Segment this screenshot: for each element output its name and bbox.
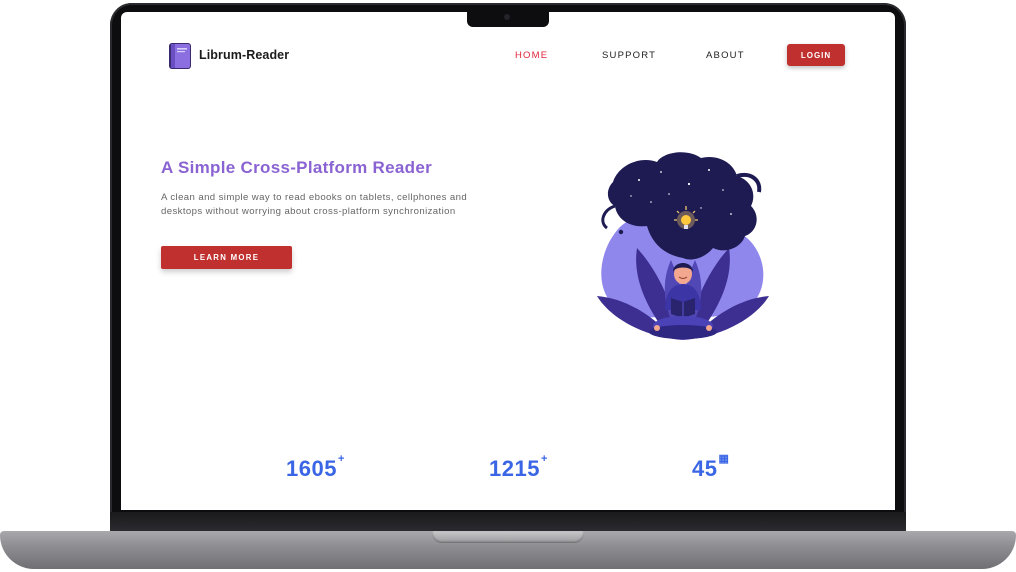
login-button[interactable]: LOGIN bbox=[787, 44, 845, 66]
stat-value: 45 bbox=[692, 456, 718, 481]
laptop-base-groove bbox=[432, 531, 584, 543]
hero-description: A clean and simple way to read ebooks on… bbox=[161, 191, 521, 219]
hero-description-line: A clean and simple way to read ebooks on… bbox=[161, 192, 468, 203]
plus-icon: + bbox=[540, 452, 548, 465]
camera-icon bbox=[504, 14, 510, 20]
nav-link-about[interactable]: ABOUT bbox=[706, 50, 745, 61]
camera-notch bbox=[467, 10, 549, 27]
hero-description-line: desktops without worrying about cross-pl… bbox=[161, 206, 456, 217]
laptop-hinge bbox=[110, 512, 906, 532]
nav-link-home[interactable]: HOME bbox=[515, 50, 548, 61]
stat-value: 1605 bbox=[286, 456, 337, 481]
book-logo-icon[interactable] bbox=[168, 42, 192, 70]
nav-link-support[interactable]: SUPPORT bbox=[602, 50, 656, 61]
reading-woman-illustration bbox=[597, 152, 769, 340]
stat-counter: 1605+ bbox=[286, 452, 345, 482]
stat-value: 1215 bbox=[489, 456, 540, 481]
brand-name[interactable]: Librum-Reader bbox=[199, 48, 289, 62]
stat-counter: 45▦ bbox=[692, 452, 730, 482]
stat-counter: 1215+ bbox=[489, 452, 548, 482]
learn-more-button[interactable]: LEARN MORE bbox=[161, 246, 292, 269]
plus-icon: + bbox=[337, 452, 345, 465]
hero-title: A Simple Cross-Platform Reader bbox=[161, 158, 432, 177]
website-screen: Librum-Reader HOME SUPPORT ABOUT LOGIN A… bbox=[121, 12, 895, 510]
calendar-icon: ▦ bbox=[718, 452, 730, 465]
